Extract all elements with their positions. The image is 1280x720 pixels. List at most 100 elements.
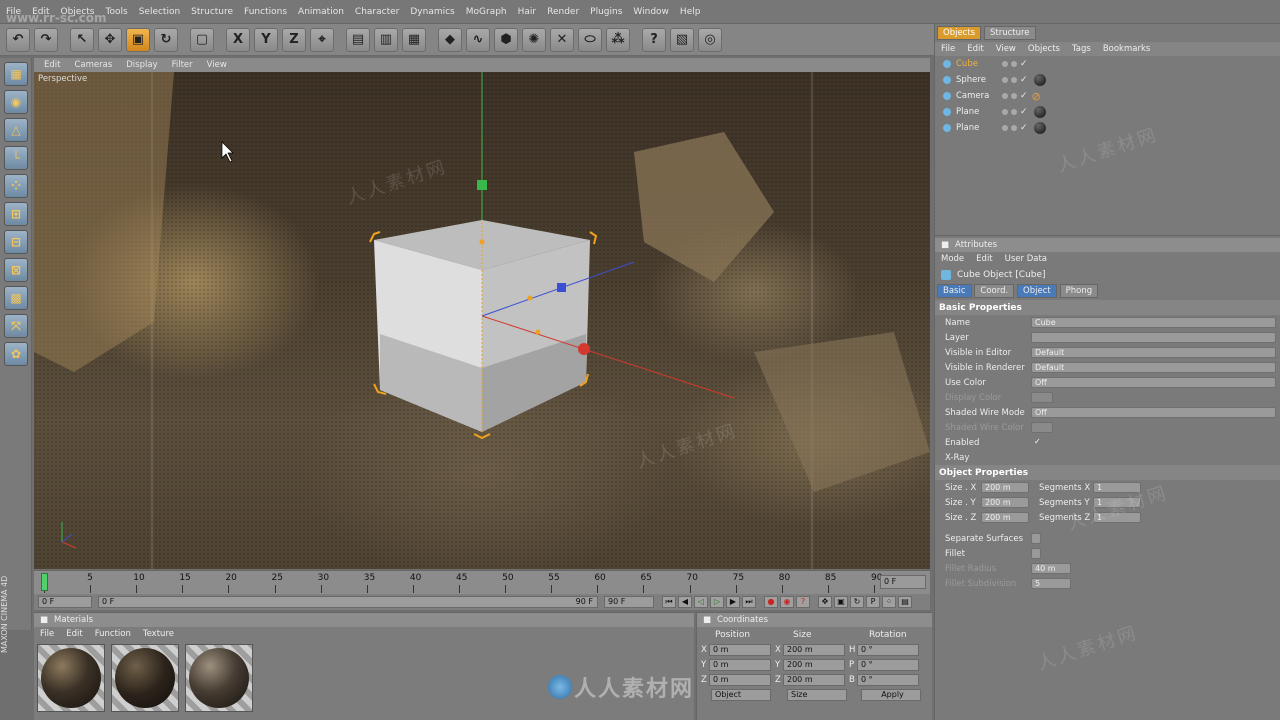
material-tag-icon[interactable] <box>1033 74 1046 86</box>
undo-icon[interactable]: ↶ <box>6 27 30 52</box>
material-swatch[interactable] <box>185 644 253 712</box>
menu-item-tools[interactable]: Tools <box>106 7 128 17</box>
render-dot-icon[interactable] <box>1011 77 1017 83</box>
redo-icon[interactable]: ↷ <box>34 27 58 52</box>
render-dot-icon[interactable] <box>1011 93 1017 99</box>
timeline-options-icon[interactable]: ▤ <box>898 596 912 608</box>
object-row-plane[interactable]: Plane ✓ <box>935 120 1280 136</box>
object-mode-icon[interactable]: △ <box>4 118 28 142</box>
size-value-field[interactable]: 200 m <box>981 512 1029 523</box>
position-field[interactable]: 0 m <box>709 658 771 671</box>
size-value-field[interactable]: 200 m <box>981 497 1029 508</box>
visibility-dot-icon[interactable] <box>1002 109 1008 115</box>
tab-basic[interactable]: Basic <box>937 284 972 298</box>
z-axis-lock-icon[interactable]: Z <box>282 27 306 52</box>
attr-value-x-ray[interactable] <box>1031 452 1041 463</box>
visibility-dot-icon[interactable] <box>1002 93 1008 99</box>
materials-menu-texture[interactable]: Texture <box>143 629 174 639</box>
x-axis-lock-icon[interactable]: X <box>226 27 250 52</box>
record-rotation-icon[interactable]: ↻ <box>850 596 864 608</box>
sculpt-icon[interactable]: ✿ <box>4 342 28 366</box>
object-row-cube[interactable]: Cube ✓ <box>935 56 1280 72</box>
record-scale-icon[interactable]: ▣ <box>834 596 848 608</box>
tab-structure[interactable]: Structure <box>984 26 1036 40</box>
viewport-menu-display[interactable]: Display <box>126 60 157 70</box>
tab-phong[interactable]: Phong <box>1059 284 1099 298</box>
web-icon[interactable]: ◎ <box>698 27 722 52</box>
array-icon[interactable]: ✺ <box>522 27 546 52</box>
materials-menu-edit[interactable]: Edit <box>66 629 82 639</box>
keyframe-selection-icon[interactable]: ? <box>796 596 810 608</box>
deformer-icon[interactable]: ✕ <box>550 27 574 52</box>
protection-tag-icon[interactable]: ⊘ <box>1032 90 1041 103</box>
model-mode-icon[interactable]: ◉ <box>4 90 28 114</box>
attr-value-use-color[interactable]: Off <box>1031 377 1276 388</box>
menu-item-animation[interactable]: Animation <box>298 7 344 17</box>
y-axis-lock-icon[interactable]: Y <box>254 27 278 52</box>
render-picture-viewer-icon[interactable]: ▥ <box>374 27 398 52</box>
current-frame-field[interactable]: 0 F <box>880 575 926 589</box>
position-field[interactable]: 0 m <box>709 643 771 656</box>
scale-icon[interactable]: ▣ <box>126 27 150 52</box>
object-row-plane[interactable]: Plane ✓ <box>935 104 1280 120</box>
attr-value-visible-in-editor[interactable]: Default <box>1031 347 1276 358</box>
apply-button[interactable]: Apply <box>861 688 921 701</box>
objects-menu-objects[interactable]: Objects <box>1028 44 1060 54</box>
attr-value-fillet-subdivision[interactable]: 5 <box>1031 578 1071 589</box>
material-tag-icon[interactable] <box>1033 122 1046 134</box>
visibility-dot-icon[interactable] <box>1002 61 1008 67</box>
menu-item-hair[interactable]: Hair <box>518 7 536 17</box>
enabled-check-icon[interactable]: ✓ <box>1020 123 1028 133</box>
menu-item-render[interactable]: Render <box>547 7 579 17</box>
attributes-menu-user-data[interactable]: User Data <box>1005 254 1047 264</box>
go-to-end-icon[interactable]: ⏭ <box>742 596 756 608</box>
attr-value-display-color[interactable] <box>1031 392 1053 403</box>
tab-objects[interactable]: Objects <box>937 26 982 40</box>
scene-icon[interactable]: ⬭ <box>578 27 602 52</box>
menu-item-structure[interactable]: Structure <box>191 7 233 17</box>
material-tag-icon[interactable] <box>1033 106 1046 118</box>
menu-item-plugins[interactable]: Plugins <box>590 7 622 17</box>
play-forward-icon[interactable]: ▷ <box>710 596 724 608</box>
coord-size-select[interactable]: Size <box>787 688 847 701</box>
viewport-menu-filter[interactable]: Filter <box>172 60 193 70</box>
rotation-field[interactable]: 0 ° <box>857 643 919 656</box>
size-value-field[interactable]: 200 m <box>981 482 1029 493</box>
attributes-menu-mode[interactable]: Mode <box>941 254 964 264</box>
coordinate-system-icon[interactable]: ⌖ <box>310 27 334 52</box>
go-to-start-icon[interactable]: ⏮ <box>662 596 676 608</box>
axis-mode-icon[interactable]: └ <box>4 146 28 170</box>
enabled-check-icon[interactable]: ✓ <box>1020 91 1028 101</box>
nurbs-icon[interactable]: ⬢ <box>494 27 518 52</box>
render-view-icon[interactable]: ▤ <box>346 27 370 52</box>
objects-menu-edit[interactable]: Edit <box>967 44 983 54</box>
position-field[interactable]: 0 m <box>709 673 771 686</box>
attr-value-fillet[interactable] <box>1031 548 1041 559</box>
record-active-icon[interactable]: ● <box>764 596 778 608</box>
playhead[interactable] <box>41 573 48 591</box>
visibility-dot-icon[interactable] <box>1002 125 1008 131</box>
viewport-menu-edit[interactable]: Edit <box>44 60 60 70</box>
points-mode-icon[interactable]: ⁘ <box>4 174 28 198</box>
environment-icon[interactable]: ⁂ <box>606 27 630 52</box>
frame-range-slider[interactable]: 0 F 90 F <box>98 596 598 608</box>
visibility-dot-icon[interactable] <box>1002 77 1008 83</box>
objects-menu-view[interactable]: View <box>996 44 1016 54</box>
render-dot-icon[interactable] <box>1011 61 1017 67</box>
object-row-sphere[interactable]: Sphere ✓ <box>935 72 1280 88</box>
attr-value-fillet-radius[interactable]: 40 m <box>1031 563 1071 574</box>
attr-value-shaded-wire-color[interactable] <box>1031 422 1053 433</box>
menu-item-functions[interactable]: Functions <box>244 7 287 17</box>
menu-item-window[interactable]: Window <box>633 7 669 17</box>
edges-mode-icon[interactable]: ⊞ <box>4 202 28 226</box>
size-field[interactable]: 200 m <box>783 658 845 671</box>
uv-mode-icon[interactable]: ⊠ <box>4 258 28 282</box>
attr-value-layer[interactable] <box>1031 332 1276 343</box>
previous-key-icon[interactable]: ◀ <box>678 596 692 608</box>
timeline-ruler[interactable]: 051015202530354045505560657075808590 0 F <box>34 570 930 594</box>
enabled-check-icon[interactable]: ✓ <box>1020 59 1028 69</box>
viewport-menu-cameras[interactable]: Cameras <box>74 60 112 70</box>
viewport-menu-view[interactable]: View <box>207 60 227 70</box>
play-backward-icon[interactable]: ◁ <box>694 596 708 608</box>
attr-value-separate-surfaces[interactable] <box>1031 533 1041 544</box>
